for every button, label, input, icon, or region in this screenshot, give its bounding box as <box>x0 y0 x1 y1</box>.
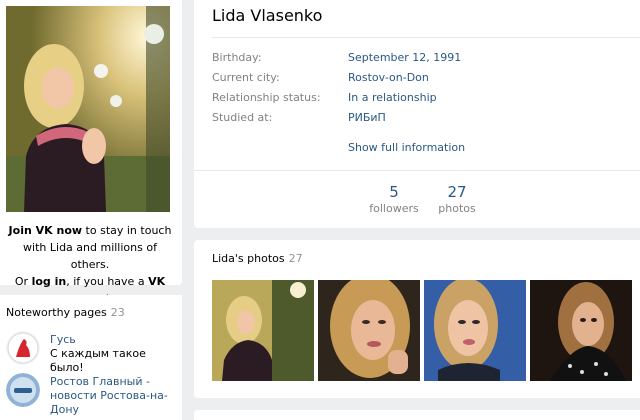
info-label: Birthday: <box>212 51 262 64</box>
info-row-city: Current city: Rostov-on-Don <box>212 71 632 87</box>
noteworthy-pages-title: Noteworthy pages <box>6 306 107 319</box>
followers-count: 5 <box>389 183 399 201</box>
followers-label: followers <box>369 202 419 215</box>
followers-counter[interactable]: 5 followers <box>364 183 424 217</box>
photos-label: photos <box>438 202 476 215</box>
info-value[interactable]: Rostov-on-Don <box>348 71 429 84</box>
page-description: С каждым такое было! <box>50 347 146 374</box>
info-label: Studied at: <box>212 111 273 124</box>
photo-thumbnail[interactable] <box>212 280 314 381</box>
noteworthy-pages-card: Noteworthy pages 23 Гусь С каждым такое б… <box>0 295 182 420</box>
profile-avatar[interactable] <box>6 6 170 212</box>
info-row-birthday: Birthday: September 12, 1991 <box>212 51 632 67</box>
next-section-card <box>194 410 640 420</box>
noteworthy-pages-header[interactable]: Noteworthy pages 23 <box>6 306 125 319</box>
photos-title: Lida's photos <box>212 252 285 265</box>
page-name[interactable]: Гусь <box>50 333 178 347</box>
login-link[interactable]: log in <box>32 275 67 288</box>
photos-counter[interactable]: 27 photos <box>427 183 487 217</box>
photo-thumbnail[interactable] <box>530 280 632 381</box>
info-row-education: Studied at: РИБиП <box>212 111 632 127</box>
photos-card: Lida's photos 27 <box>194 240 640 398</box>
join-text-or: Or <box>14 275 32 288</box>
join-text-mid: , if you have a <box>66 275 149 288</box>
info-value[interactable]: РИБиП <box>348 111 386 124</box>
photo-thumbnail[interactable] <box>318 280 420 381</box>
show-full-info-link[interactable]: Show full information <box>348 141 465 154</box>
photos-section-count: 27 <box>288 252 303 265</box>
vk-brand-text: VK <box>148 275 166 288</box>
profile-info-card: Lida Vlasenko Birthday: September 12, 19… <box>194 0 640 228</box>
page-name[interactable]: Ростов Главный - новости Ростова-на-Дону <box>50 375 178 417</box>
info-value[interactable]: September 12, 1991 <box>348 51 461 64</box>
page-title: Lida Vlasenko <box>212 6 323 25</box>
info-row-relationship: Relationship status: In a relationship <box>212 91 632 107</box>
photos-header[interactable]: Lida's photos 27 <box>212 252 303 265</box>
info-label: Relationship status: <box>212 91 321 104</box>
info-label: Current city: <box>212 71 280 84</box>
noteworthy-pages-count: 23 <box>110 306 125 319</box>
page-avatar-goose <box>6 331 40 365</box>
divider <box>194 170 640 171</box>
profile-photo-card: Join VK now to stay in touch with Lida a… <box>0 0 182 305</box>
list-item[interactable]: Гусь С каждым такое было! <box>6 331 178 374</box>
photos-count: 27 <box>447 183 467 201</box>
list-item[interactable]: Ростов Главный - новости Ростова-на-Дону <box>6 373 178 416</box>
photo-thumbnail[interactable] <box>424 280 526 381</box>
page-avatar-rostov <box>6 373 40 407</box>
join-link[interactable]: Join VK now <box>9 224 83 237</box>
info-value[interactable]: In a relationship <box>348 91 437 104</box>
divider <box>212 37 640 38</box>
